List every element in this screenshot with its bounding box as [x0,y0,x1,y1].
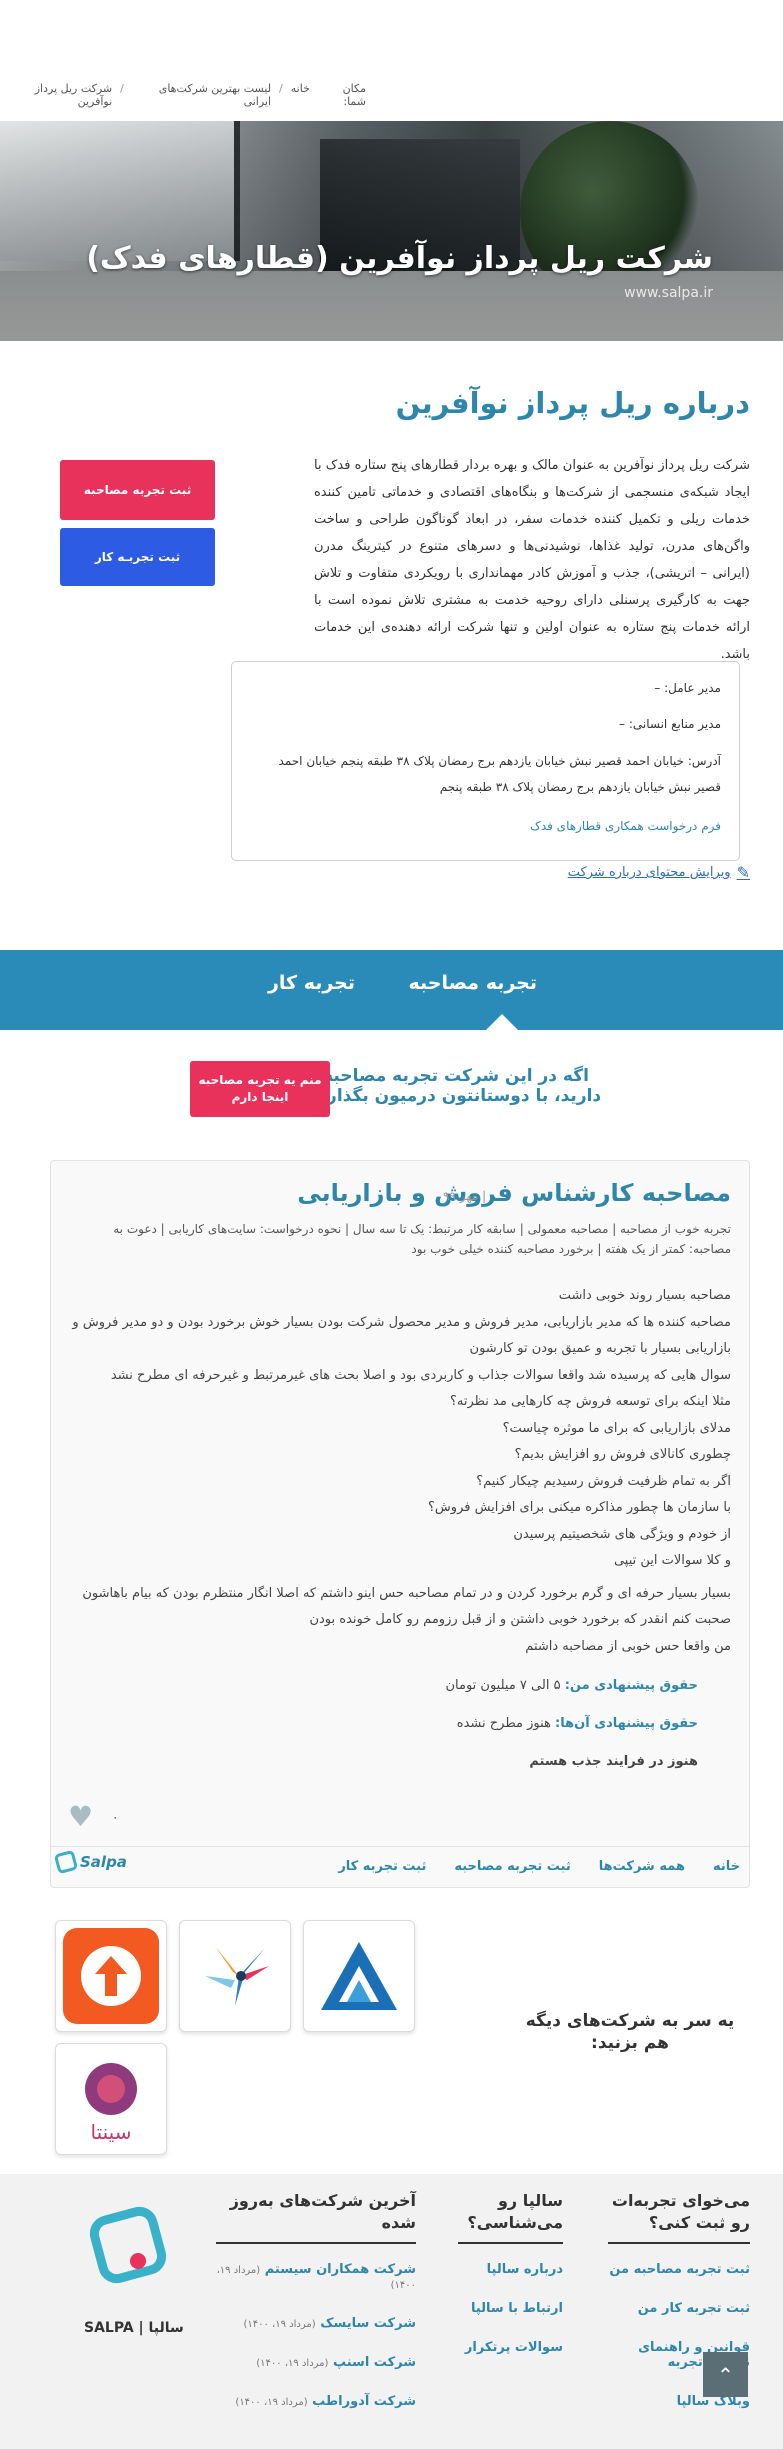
latest-company-date: (مرداد ۱۹، ۱۴۰۰) [235,2397,308,2408]
triangle-logo-icon [321,1942,397,2010]
tab-interview[interactable]: تجربه مصاحبه [408,972,537,994]
latest-company[interactable]: شرکت سایسک (مرداد ۱۹، ۱۴۰۰) [216,2316,416,2331]
tab-work[interactable]: تجربه کار [268,972,355,994]
company-tile-bird[interactable] [179,1920,291,2032]
latest-company-name: شرکت آدوراطب [312,2394,416,2409]
company-tile-triangle[interactable] [303,1920,415,2032]
review-line: از خودم و ویژگی های شخصیتیم پرسیدن [513,1526,731,1542]
about-text: شرکت ریل پرداز نوآفرین به عنوان مالک و ب… [314,458,750,662]
salary-theirs: حقوق پیشنهادی آن‌ها: هنوز مطرح نشده [457,1716,698,1731]
review-line: اگر به تمام ظرفیت فروش رسیدیم چیکار کنیم… [476,1473,731,1489]
footer-link[interactable]: ثبت تجربه مصاحبه من [608,2262,750,2277]
active-tab-indicator [486,1014,518,1030]
add-interview-button[interactable]: ثبت تجربه مصاحبه [60,460,215,520]
breadcrumb-home[interactable]: خانه [291,82,310,108]
salary-mine-value: ۵ الی ۷ میلیون تومان [445,1678,561,1693]
company-url: www.salpa.ir [624,285,713,301]
salpa-logo[interactable]: Salpa [53,1849,127,1875]
salpa-logo-mark [53,1849,79,1875]
salary-mine: حقوق پیشنهادی من: ۵ الی ۷ میلیون تومان [445,1678,698,1693]
ceo-info: مدیر عامل: – [654,681,721,695]
hiring-status: هنوز در فرایند جذب هستم [529,1754,698,1769]
salary-theirs-value: هنوز مطرح نشده [456,1716,551,1731]
upload-arrow-logo-icon [63,1928,159,2024]
company-tile-sinta[interactable]: سینتا [55,2043,167,2155]
footer-link[interactable]: ارتباط با سالپا [458,2301,563,2316]
tabs-bar: تجربه مصاحبه تجربه کار [0,950,783,1030]
review-line: مثلا اینکه برای توسعه فروش چه کارهایی مد… [449,1394,731,1409]
card-nav-companies[interactable]: همه شرکت‌ها [599,1859,685,1874]
latest-company[interactable]: شرکت اسنپ (مرداد ۱۹، ۱۴۰۰) [216,2355,416,2370]
review-line: با سازمان ها چطور مذاکره میکنی برای افزا… [428,1500,731,1515]
review-line: سوال هایی که پرسیده شد واقعا سوالات جذاب… [110,1367,731,1383]
review-body: مصاحبه بسیار روند خوبی داشت مصاحبه کننده… [71,1283,731,1660]
footer-col-about-title: سالپا رو می‌شناسی؟ [458,2190,563,2244]
card-nav-add-interview[interactable]: ثبت تجربه مصاحبه [454,1859,570,1874]
cta-text: اگه در این شرکت تجربه مصاحبه دارید، با د… [310,1066,602,1106]
card-nav: خانه همه شرکت‌ها ثبت تجربه مصاحبه ثبت تج… [50,1846,750,1886]
like-count: ۰ [112,1810,119,1824]
footer-brand: سالپا | SALPA [84,2320,184,2336]
review-title: مصاحبه کارشناس فروش و بازاریابی [297,1179,731,1207]
other-companies-title: یه سر به شرکت‌های دیگه هم بزنید: [525,2011,735,2053]
svg-text:سینتا: سینتا [91,2120,132,2144]
review-line: مصاحبه بسیار روند خوبی داشت [558,1288,731,1303]
footer-link[interactable]: ثبت تجربه کار من [608,2301,750,2316]
footer-col-latest: آخرین شرکت‌های به‌روز شده شرکت همکاران س… [216,2190,416,2433]
latest-company-name: شرکت اسنپ [332,2355,416,2370]
latest-company[interactable]: شرکت همکاران سیستم (مرداد ۱۹، ۱۴۰۰) [216,2262,416,2292]
company-info-box: مدیر عامل: – مدیر منابع انسانی: – آدرس: … [231,661,740,861]
salpa-footer-logo-icon [89,2206,167,2284]
card-nav-add-work[interactable]: ثبت تجربه کار [338,1859,426,1874]
review-closing: بسیار بسیار حرفه ای و گرم برخورد کردن و … [82,1585,731,1628]
footer-col-about: سالپا رو می‌شناسی؟ درباره سالپا ارتباط ب… [458,2190,563,2379]
breadcrumb-current: شرکت ریل پرداز نوآفرین [34,82,113,108]
latest-company-name: شرکت همکاران سیستم [264,2262,416,2277]
address-info: آدرس: خیابان احمد قصیر نبش خیابان یازدهم… [278,754,721,794]
hr-info: مدیر منابع انسانی: – [619,717,721,731]
add-work-button[interactable]: ثبت تجربـه کار [60,528,215,586]
chevron-up-icon: ⌃ [717,2362,734,2387]
review-line: چطوری کانالای فروش رو افزایش بدیم؟ [514,1447,731,1462]
review-line: مدلای بازاریابی که برای ما موثره چیاست؟ [502,1420,731,1436]
pencil-icon: ✎ [736,863,750,882]
salary-theirs-label: حقوق پیشنهادی آن‌ها: [555,1716,698,1731]
breadcrumb-label: مکان شما: [342,82,366,108]
review-closing-2: من واقعا حس خوبی از مصاحبه داشتم [525,1638,731,1654]
salary-mine-label: حقوق پیشنهادی من: [564,1678,698,1693]
cooperation-form-link[interactable]: فرم درخواست همکاری قطارهای فدک [530,819,721,833]
company-title: شرکت ریل پرداز نوآفرین (قطارهای فدک) [86,241,713,276]
card-nav-home[interactable]: خانه [713,1859,740,1874]
breadcrumb: مکان شما: خانه / لیست بهترین شرکت‌های ای… [0,82,366,108]
about-title: درباره ریل پرداز نوآفرین [395,386,750,420]
footer-link[interactable]: سوالات پرتکرار [458,2340,563,2355]
review-line: مصاحبه کننده ها که مدیر بازاریابی، مدیر … [72,1314,731,1357]
add-my-interview-button[interactable]: منم یه تجربه مصاحبه اینجا دارم [190,1061,330,1117]
heart-icon[interactable]: ♥ [68,1800,93,1833]
sinta-logo-icon: سینتا [85,2063,137,2144]
latest-company-name: شرکت سایسک [320,2316,416,2331]
footer-col-latest-title: آخرین شرکت‌های به‌روز شده [216,2190,416,2244]
review-date: | مهر ۹۹ [443,1189,487,1203]
review-line: و کلا سوالات این تیپی [613,1553,731,1568]
footer-link[interactable]: درباره سالپا [458,2262,563,2277]
back-to-top-button[interactable]: ⌃ [703,2352,748,2397]
hero-banner: شرکت ریل پرداز نوآفرین (قطارهای فدک) www… [0,121,783,341]
review-card: مصاحبه کارشناس فروش و بازاریابی | مهر ۹۹… [50,1160,750,1888]
edit-about-link[interactable]: ✎ ویرایش محتوای درباره شرکت [568,863,750,882]
review-meta: تجربه خوب از مصاحبه | مصاحبه معمولی | سا… [113,1222,731,1256]
breadcrumb-list[interactable]: لیست بهترین شرکت‌های ایرانی [132,82,271,108]
latest-company-date: (مرداد ۱۹، ۱۴۰۰) [243,2319,316,2330]
company-tile-arrow[interactable] [55,1920,167,2032]
footer-col-experience-title: می‌خوای تجربه‌ات رو ثبت کنی؟ [608,2190,750,2244]
edit-about-label: ویرایش محتوای درباره شرکت [567,865,731,880]
latest-company[interactable]: شرکت آدوراطب (مرداد ۱۹، ۱۴۰۰) [216,2394,416,2409]
latest-company-date: (مرداد ۱۹، ۱۴۰۰) [256,2358,329,2369]
bird-logo-icon [205,1946,269,2006]
salpa-logo-text: Salpa [80,1853,127,1871]
